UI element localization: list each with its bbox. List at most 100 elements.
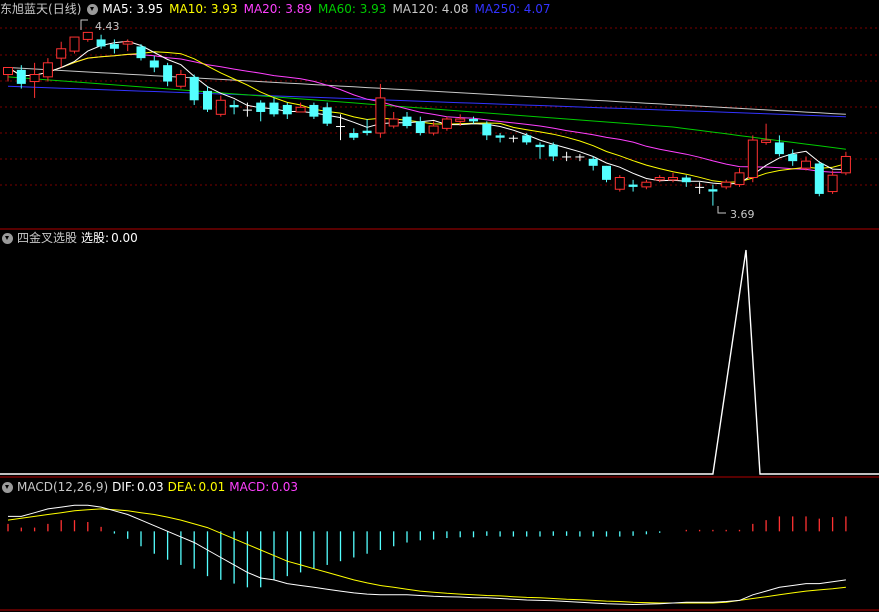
candle-body	[69, 36, 80, 52]
candle-body	[215, 99, 226, 115]
ma-legend-item: MA5: 3.95	[102, 2, 164, 16]
chevron-down-icon[interactable]	[87, 3, 99, 15]
macd-label: MACD:	[229, 480, 270, 494]
candle-body	[441, 118, 452, 129]
candle-body	[29, 74, 40, 83]
candle-body	[628, 184, 638, 187]
candle-body	[614, 177, 625, 190]
chevron-down-icon[interactable]	[2, 232, 13, 244]
indicator-header: 四金叉选股 选股: 0.00	[0, 230, 142, 246]
indicator-field-value: 0.00	[111, 231, 138, 245]
candle-body	[602, 165, 611, 180]
candle-body	[336, 126, 345, 128]
main-chart-header: 东旭蓝天 (日线) MA5: 3.95 MA10: 3.93 MA20: 3.89 M…	[0, 1, 561, 17]
candle-body	[163, 65, 173, 82]
candlestick-series	[3, 31, 851, 206]
candle-body	[482, 123, 492, 136]
chevron-down-icon[interactable]	[2, 481, 13, 493]
candle-body	[734, 172, 745, 186]
candle-body	[309, 104, 319, 117]
candle-body	[295, 106, 306, 113]
candle-body	[349, 133, 359, 138]
candle-body	[375, 97, 386, 134]
candle-body	[322, 107, 332, 124]
ma-legend-item: MA10: 3.93	[169, 2, 238, 16]
price-annotations: 4.43 3.69	[80, 19, 755, 221]
candle-body	[402, 116, 412, 127]
macd-header: MACD(12,26,9) DIF: 0.03 DEA: 0.01 MACD: …	[0, 479, 302, 495]
candle-body	[681, 177, 691, 183]
candle-body	[242, 109, 252, 111]
dif-line	[8, 504, 846, 606]
candle-body	[16, 69, 26, 84]
ma-legend-item: MA60: 3.93	[318, 2, 387, 16]
indicator-field-label: 选股:	[81, 231, 110, 245]
candle-body	[96, 39, 106, 47]
candle-body	[175, 74, 186, 87]
stock-name: 东旭蓝天	[0, 2, 49, 16]
candle-body	[455, 118, 466, 122]
candle-body	[136, 46, 146, 59]
candle-body	[654, 177, 665, 181]
macd-name: MACD(12,26,9)	[17, 480, 109, 494]
candle-body	[788, 154, 798, 162]
high-price-label: 4.43	[95, 20, 120, 33]
candle-body	[761, 139, 772, 143]
candle-body	[3, 67, 13, 76]
candle-body	[42, 62, 53, 78]
candle-body	[469, 119, 478, 122]
ma-legend-item: MA120: 4.08	[392, 2, 469, 16]
dif-label: DIF:	[112, 480, 135, 494]
signal-series	[0, 249, 879, 475]
candle-body	[641, 181, 652, 188]
dea-value: 0.01	[198, 480, 226, 494]
candle-body	[189, 76, 199, 101]
candle-body	[668, 177, 678, 181]
candle-body	[203, 90, 212, 110]
low-price-label: 3.69	[730, 208, 755, 221]
candle-body	[56, 48, 67, 59]
candle-body	[149, 60, 159, 68]
candle-body	[562, 156, 572, 158]
signal-line	[0, 249, 879, 475]
candle-body	[588, 158, 598, 166]
candle-body	[82, 31, 93, 40]
period-label: (日线)	[48, 2, 82, 16]
candle-body	[747, 139, 758, 179]
candle-body	[388, 118, 399, 127]
candle-body	[508, 137, 518, 139]
macd-series	[7, 504, 847, 606]
low-price-leader	[717, 206, 726, 214]
candle-body	[721, 181, 732, 188]
candle-body	[229, 104, 239, 108]
candle-body	[282, 104, 292, 115]
ma20-line	[7, 53, 846, 173]
candle-body	[840, 155, 851, 174]
candle-body	[548, 144, 558, 157]
candle-body	[109, 44, 119, 49]
moving-average-lines	[7, 40, 847, 185]
candle-body	[362, 130, 372, 134]
candle-body	[575, 156, 585, 158]
candle-body	[801, 160, 811, 169]
dea-label: DEA:	[167, 480, 197, 494]
dea-line	[7, 508, 846, 604]
candle-body	[814, 163, 824, 194]
dif-value: 0.03	[136, 480, 164, 494]
candle-body	[708, 189, 718, 192]
candle-body	[495, 135, 505, 138]
indicator-name: 四金叉选股	[17, 231, 78, 245]
candle-body	[269, 102, 279, 115]
candle-body	[122, 41, 133, 45]
ma-legend: MA5: 3.95 MA10: 3.93 MA20: 3.89 MA60: 3.93 M…	[102, 1, 556, 17]
candle-body	[256, 102, 266, 112]
candle-body	[774, 142, 784, 155]
ma-legend-item: MA20: 3.89	[243, 2, 313, 16]
macd-value: 0.03	[271, 480, 298, 494]
candle-body	[415, 121, 425, 134]
ma-legend-item: MA250: 4.07	[474, 2, 551, 16]
candle-body	[827, 174, 838, 193]
chart-canvas: 4.43 3.69	[0, 19, 879, 611]
candle-body	[695, 186, 705, 188]
candle-body	[428, 125, 439, 134]
